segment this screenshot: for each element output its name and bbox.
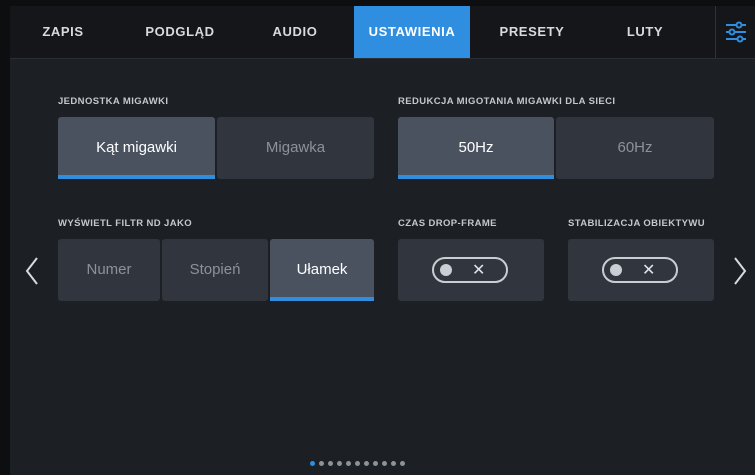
close-icon: ✕: [472, 260, 486, 279]
flicker-50hz-text: 50Hz: [458, 139, 494, 156]
flicker-label: REDUKCJA MIGOTANIA MIGAWKI DLA SIECI: [398, 96, 616, 107]
drop-frame-card: ✕: [398, 239, 544, 301]
close-icon: ✕: [642, 260, 656, 279]
drop-frame-toggle[interactable]: ✕: [432, 257, 508, 283]
page-dot[interactable]: [400, 461, 405, 466]
tab-luty[interactable]: LUTY: [610, 6, 680, 58]
page-dot[interactable]: [346, 461, 351, 466]
flicker-60hz-text: 60Hz: [617, 139, 653, 156]
nd-stop-option[interactable]: Stopień: [162, 239, 268, 301]
stabilization-label: STABILIZACJA OBIEKTYWU: [568, 218, 706, 229]
nd-fraction-text: Ułamek: [296, 261, 348, 278]
nd-stop-text: Stopień: [189, 261, 241, 278]
shutter-angle-text: Kąt migawki: [96, 139, 177, 156]
nd-number-option[interactable]: Numer: [58, 239, 160, 301]
flicker-60hz-option[interactable]: 60Hz: [556, 117, 714, 179]
shutter-unit-label: JEDNOSTKA MIGAWKI: [58, 96, 169, 107]
shutter-speed-option[interactable]: Migawka: [217, 117, 374, 179]
nd-filter-label: WYŚWIETL FILTR ND JAKO: [58, 218, 193, 229]
page-dot[interactable]: [328, 461, 333, 466]
tab-audio[interactable]: AUDIO: [260, 6, 330, 58]
page-dot[interactable]: [382, 461, 387, 466]
chevron-right-icon[interactable]: [732, 256, 748, 286]
page-dot[interactable]: [310, 461, 315, 466]
menu-button[interactable]: [715, 6, 755, 58]
page-dot[interactable]: [319, 461, 324, 466]
nd-number-text: Numer: [86, 261, 132, 278]
shutter-angle-option[interactable]: Kąt migawki: [58, 117, 215, 179]
tab-zapis[interactable]: ZAPIS: [28, 6, 98, 58]
page-dot[interactable]: [355, 461, 360, 466]
settings-screen: ZAPIS PODGLĄD AUDIO USTAWIENIA PRESETY L…: [10, 6, 755, 475]
tab-ustawienia[interactable]: USTAWIENIA: [354, 6, 470, 58]
tab-bar: ZAPIS PODGLĄD AUDIO USTAWIENIA PRESETY L…: [10, 6, 755, 59]
chevron-left-icon[interactable]: [24, 256, 40, 286]
page-dot[interactable]: [373, 461, 378, 466]
stabilization-toggle[interactable]: ✕: [602, 257, 678, 283]
stabilization-card: ✕: [568, 239, 714, 301]
shutter-speed-text: Migawka: [265, 139, 326, 156]
page-dot[interactable]: [364, 461, 369, 466]
tab-presety[interactable]: PRESETY: [488, 6, 576, 58]
tab-podglad[interactable]: PODGLĄD: [135, 6, 225, 58]
sliders-icon: [726, 21, 746, 43]
drop-frame-label: CZAS DROP-FRAME: [398, 218, 497, 229]
toggle-knob: [610, 264, 622, 276]
nd-fraction-option[interactable]: Ułamek: [270, 239, 374, 301]
flicker-50hz-option[interactable]: 50Hz: [398, 117, 554, 179]
page-dot[interactable]: [391, 461, 396, 466]
toggle-knob: [440, 264, 452, 276]
page-dot[interactable]: [337, 461, 342, 466]
